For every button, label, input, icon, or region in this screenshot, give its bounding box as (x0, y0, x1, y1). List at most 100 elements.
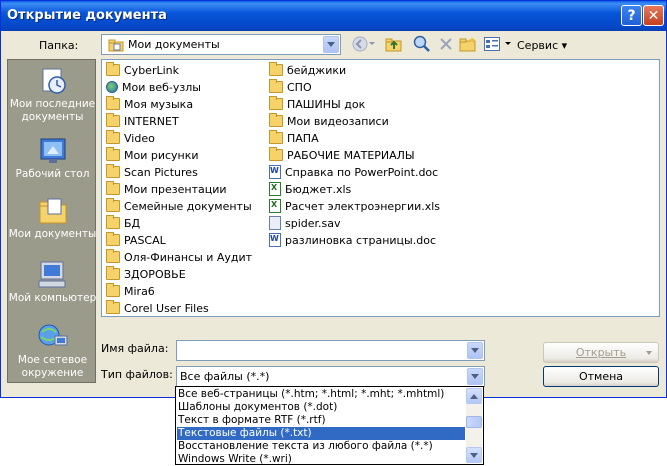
list-item[interactable]: Мои рисунки (106, 147, 199, 164)
place-label: Мои последние документы (9, 98, 96, 123)
list-item[interactable]: БД (106, 215, 140, 232)
filetype-option[interactable]: Шаблоны документов (*.dot) (177, 401, 465, 414)
dropdown-scrollbar[interactable] (466, 388, 482, 463)
back-dropdown-icon[interactable] (367, 35, 377, 53)
open-options-arrow-icon[interactable] (646, 351, 652, 355)
new-folder-icon[interactable] (459, 35, 477, 53)
filetype-label: Тип файлов: (101, 368, 173, 381)
list-item[interactable]: Scan Pictures (106, 164, 198, 181)
place-label: Мой компьютер (8, 292, 97, 304)
list-item[interactable]: Расчет электроэнергии.xls (269, 199, 440, 215)
list-item[interactable]: INTERNET (106, 113, 179, 130)
list-item[interactable]: Video (106, 130, 155, 147)
service-menu-button[interactable]: Сервис ▾ (517, 39, 567, 52)
scroll-down-icon[interactable] (466, 447, 482, 463)
list-item[interactable]: Мои веб-узлы (106, 80, 201, 96)
filetype-option[interactable]: Текст в формате RTF (*.rtf) (177, 414, 465, 427)
list-item[interactable]: CyberLink (106, 62, 179, 79)
place-my-computer[interactable]: Мой компьютер (8, 260, 97, 305)
open-button[interactable]: Открыть (543, 342, 659, 363)
list-item[interactable]: Мои видеозаписи (269, 113, 389, 130)
file-list[interactable]: CyberLink Мои веб-узлы Моя музыка INTERN… (101, 59, 660, 317)
folder-icon (106, 215, 120, 229)
list-item[interactable]: разлиновка страницы.doc (269, 233, 436, 249)
scrollbar-thumb[interactable] (466, 416, 482, 428)
network-places-icon (37, 322, 69, 352)
place-label: Рабочий стол (15, 168, 90, 180)
list-item[interactable]: Mira6 (106, 283, 155, 300)
place-desktop[interactable]: Рабочий стол (8, 136, 97, 181)
cancel-button-label: Отмена (578, 370, 624, 383)
lookin-combobox[interactable]: Мои документы (101, 34, 341, 55)
place-my-documents[interactable]: Мои документы (8, 196, 97, 241)
my-computer-icon (37, 260, 69, 290)
list-item[interactable]: Справка по PowerPoint.doc (269, 165, 438, 181)
search-web-icon[interactable] (413, 35, 431, 53)
folder-icon (106, 96, 120, 110)
excel-document-icon (269, 182, 281, 196)
list-item[interactable]: Бюджет.xls (269, 182, 351, 198)
list-item[interactable]: spider.sav (269, 216, 341, 232)
filetype-dropdown-list[interactable]: Все веб-страницы (*.htm; *.html; *.mht; … (175, 386, 484, 465)
my-documents-icon (37, 196, 69, 226)
delete-icon[interactable] (437, 35, 455, 53)
list-item[interactable]: Мои презентации (106, 181, 227, 198)
up-folder-icon[interactable] (385, 35, 403, 53)
web-folders-icon (106, 81, 118, 93)
folder-icon (106, 198, 120, 212)
filetype-dropdown-arrow[interactable] (467, 368, 483, 385)
close-button[interactable]: ✕ (643, 5, 664, 26)
filename-label: Имя файла: (101, 342, 169, 355)
list-item[interactable]: ПАПА (269, 130, 319, 147)
lookin-dropdown-arrow[interactable] (323, 36, 339, 53)
place-network[interactable]: Мое сетевое окружение (8, 322, 97, 380)
list-item[interactable]: ЗДОРОВЬЕ (106, 266, 186, 283)
list-item[interactable]: Corel User Files (106, 300, 209, 317)
help-button[interactable]: ? (621, 5, 642, 26)
filetype-option[interactable]: Восстановление текста из любого файла (*… (177, 440, 465, 453)
folder-icon (106, 181, 120, 195)
folder-icon (269, 96, 283, 110)
generic-file-icon (269, 216, 281, 230)
cancel-button[interactable]: Отмена (543, 366, 659, 387)
open-document-dialog: Открытие документа ? ✕ Папка: Мои докуме… (0, 0, 667, 398)
folder-icon (106, 62, 120, 76)
list-item[interactable]: PASCAL (106, 232, 166, 249)
list-item[interactable]: СПО (269, 79, 312, 96)
title-bar[interactable]: Открытие документа ? ✕ (1, 1, 666, 31)
filename-input[interactable] (176, 340, 485, 361)
folder-icon (106, 266, 120, 280)
open-button-label: Открыть (575, 346, 627, 359)
desktop-icon (37, 136, 69, 166)
filetype-option[interactable]: Все веб-страницы (*.htm; *.html; *.mht; … (177, 388, 465, 401)
list-item[interactable]: Моя музыка (106, 96, 193, 113)
places-bar: Мои последние документы Рабочий стол Мои… (7, 59, 96, 383)
views-icon[interactable] (483, 35, 501, 53)
recent-documents-icon (37, 66, 69, 96)
filename-dropdown-arrow[interactable] (467, 342, 483, 359)
scroll-up-icon[interactable] (466, 388, 482, 404)
views-dropdown-icon[interactable] (503, 35, 513, 53)
folder-icon (106, 164, 120, 178)
list-item[interactable]: бейджики (269, 62, 346, 79)
folder-icon (106, 249, 120, 263)
folder-icon (269, 147, 283, 161)
word-document-icon (269, 233, 281, 247)
place-recent-documents[interactable]: Мои последние документы (8, 66, 97, 124)
place-label: Мое сетевое окружение (17, 354, 88, 379)
folder-icon (269, 62, 283, 76)
folder-icon (106, 113, 120, 127)
list-item[interactable]: ПАШИНЫ док (269, 96, 365, 113)
folder-icon (106, 283, 120, 297)
list-item[interactable]: РАБОЧИЕ МАТЕРИАЛЫ (269, 147, 415, 164)
list-item[interactable]: Семейные документы (106, 198, 252, 215)
filetype-select[interactable]: Все файлы (*.*) (176, 366, 485, 387)
list-item[interactable]: Оля-Финансы и Аудит (106, 249, 252, 266)
folder-icon (269, 113, 283, 127)
filetype-option[interactable]: Текстовые файлы (*.txt) (177, 427, 465, 440)
lookin-value: Мои документы (128, 38, 220, 51)
filetype-option[interactable]: Windows Write (*.wri) (177, 453, 465, 465)
word-document-icon (269, 165, 281, 179)
place-label: Мои документы (8, 228, 97, 240)
filetype-selected-value: Все файлы (*.*) (180, 370, 270, 383)
